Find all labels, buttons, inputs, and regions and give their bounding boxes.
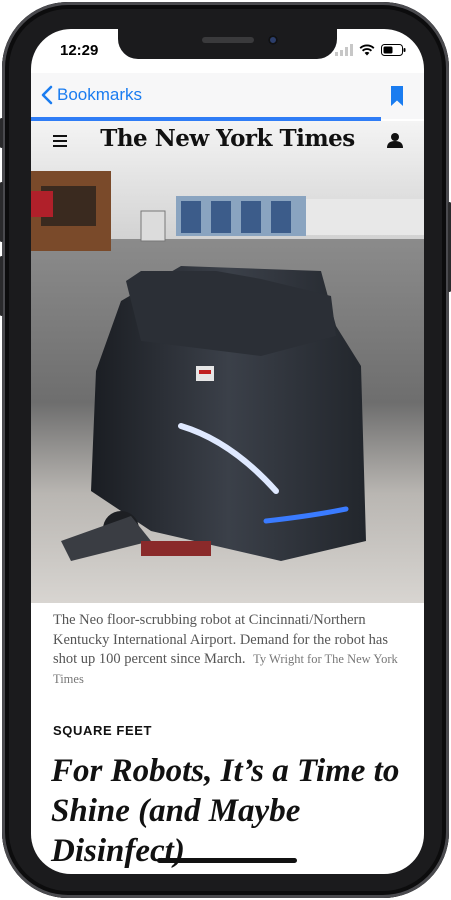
bookmark-button[interactable] [390,86,404,111]
signal-icon [335,44,353,56]
image-caption: The Neo floor-scrubbing robot at Cincinn… [53,611,405,689]
screen: 12:29 Bookmarks The New York Times The N… [31,29,424,874]
status-icons [335,44,406,56]
back-button[interactable]: Bookmarks [41,85,142,105]
user-icon[interactable] [387,132,403,148]
front-camera [268,35,278,45]
article-headline: For Robots, It’s a Time to Shine (and Ma… [51,753,400,869]
chevron-left-icon [41,85,53,105]
volume-up-button [0,182,3,242]
home-indicator[interactable] [157,858,297,863]
hero-image [31,121,424,603]
battery-icon [381,44,406,56]
back-button-label: Bookmarks [57,85,143,104]
status-time: 12:29 [60,42,99,59]
navigation-bar: Bookmarks [31,73,424,119]
speaker [202,37,254,43]
robot-photo [31,121,424,603]
section-kicker[interactable]: SQUARE FEET [53,723,152,738]
wifi-icon [359,44,375,56]
nyt-logo[interactable]: The New York Times [31,125,424,152]
phone-frame: 12:29 Bookmarks The New York Times The N… [0,2,451,898]
volume-down-button [0,256,3,316]
notch [118,29,337,59]
bookmark-icon [391,86,403,106]
nyt-header: The New York Times [31,121,424,161]
mute-switch [0,118,3,148]
